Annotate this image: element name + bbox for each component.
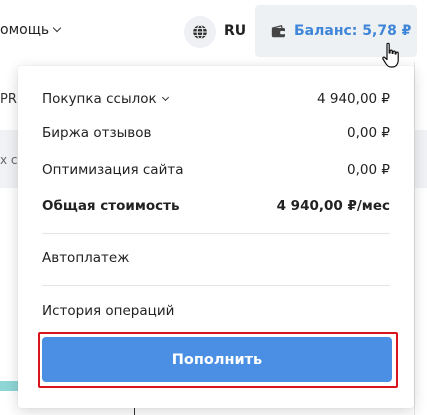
divider bbox=[42, 233, 390, 234]
background-divider bbox=[414, 62, 415, 415]
language-button[interactable] bbox=[184, 16, 216, 48]
autopay-link[interactable]: Автоплатеж bbox=[42, 250, 129, 266]
cost-line-links[interactable]: Покупка ссылок 4 940,00 ₽ bbox=[42, 91, 390, 107]
top-up-button[interactable]: Пополнить bbox=[42, 337, 392, 382]
help-menu[interactable]: омощь bbox=[0, 22, 62, 38]
balance-amount: Баланс: 5,78 ₽ bbox=[294, 23, 412, 39]
cost-line-label: Покупка ссылок bbox=[42, 91, 157, 107]
background-page bbox=[0, 62, 18, 415]
wallet-icon bbox=[271, 24, 285, 37]
total-cost-line: Общая стоимость 4 940,00 ₽/мес bbox=[42, 198, 390, 214]
total-cost-amount: 4 940,00 ₽/мес bbox=[276, 198, 390, 214]
chevron-down-icon bbox=[161, 93, 169, 102]
total-cost-label: Общая стоимость bbox=[42, 198, 180, 214]
globe-icon bbox=[193, 24, 207, 40]
help-menu-label: омощь bbox=[0, 22, 50, 38]
top-bar: омощь RU Баланс: 5,78 ₽ bbox=[0, 0, 427, 62]
cost-line-optimization: Оптимизация сайта 0,00 ₽ bbox=[42, 162, 390, 178]
hand-cursor-icon bbox=[382, 42, 399, 68]
cost-line-amount: 0,00 ₽ bbox=[347, 125, 390, 141]
cost-line-label: Биржа отзывов bbox=[42, 125, 152, 141]
cost-line-amount: 4 940,00 ₽ bbox=[317, 91, 390, 107]
balance-dropdown: Покупка ссылок 4 940,00 ₽ Биржа отзывов … bbox=[18, 66, 414, 408]
cost-line-amount: 0,00 ₽ bbox=[347, 162, 390, 178]
divider bbox=[42, 285, 390, 286]
chevron-down-icon bbox=[52, 23, 62, 33]
background-text-fragment: PR bbox=[0, 92, 17, 107]
language-label[interactable]: RU bbox=[224, 23, 246, 39]
background-text-fragment: х с bbox=[0, 153, 18, 167]
background-teal-block bbox=[0, 381, 18, 391]
cost-line-reviews: Биржа отзывов 0,00 ₽ bbox=[42, 125, 390, 141]
cost-line-label: Оптимизация сайта bbox=[42, 162, 184, 178]
operations-history-link[interactable]: История операций bbox=[42, 303, 174, 319]
